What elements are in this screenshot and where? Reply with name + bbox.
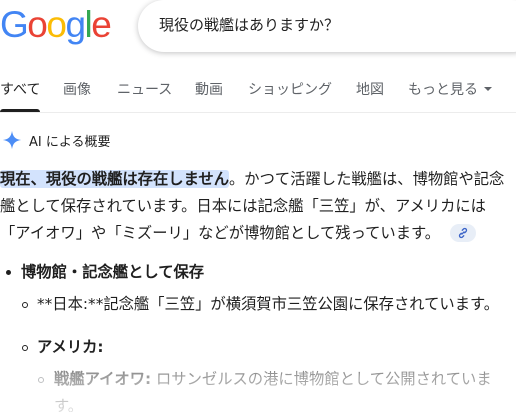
ai-overview-title: AI による概要 [29,134,111,150]
google-logo[interactable]: Google [0,3,112,47]
tab-shopping[interactable]: ショッピング [248,78,332,102]
search-tabs: すべて 画像 ニュース 動画 ショッピング 地図 もっと見る [0,78,516,112]
logo-letter: o [46,4,67,45]
answer-highlight: 現在、現役の戦艦は存在しません [0,170,229,188]
logo-letter: g [65,4,86,45]
bullet-circle [22,302,28,308]
ai-overview-answer: 現在、現役の戦艦は存在しません。かつて活躍した戦艦は、博物館や記念艦として保存さ… [0,166,514,247]
tab-videos[interactable]: 動画 [195,78,223,102]
tab-images[interactable]: 画像 [63,78,91,102]
source-link-button[interactable] [450,224,477,242]
list-item: **日本:**記念艦「三笠」が横須賀市三笠公園に保存されています。 [37,295,500,313]
search-results-page: Google 現役の戦艦はありますか？ すべて 画像 ニュース 動画 ショッピン… [0,0,516,412]
tab-maps[interactable]: 地図 [356,78,384,102]
bullet-dot [6,270,11,275]
bullet-circle [38,377,44,383]
tab-all[interactable]: すべて [0,78,40,102]
list-item-title: 博物館・記念艦として保存 [21,263,205,281]
tab-more-label: もっと見る [408,82,478,98]
bullet-circle [22,345,28,351]
divider [0,112,516,113]
sparkle-icon [2,130,22,150]
list-item-heading: アメリカ: [37,338,104,356]
logo-letter: e [91,4,112,45]
search-box[interactable]: 現役の戦艦はありますか？ [138,0,516,52]
list-item: 戦艦アイオワ: ロサンゼルスの港に博物館として公開されています。 [54,370,492,412]
ai-overview-header: AI による概要 [2,128,110,152]
tab-more[interactable]: もっと見る [408,78,492,102]
chevron-down-icon [484,87,492,91]
logo-letter: G [0,4,29,45]
tab-news[interactable]: ニュース [117,78,172,102]
logo-letter: o [27,4,48,45]
link-icon [458,227,468,239]
search-input[interactable]: 現役の戦艦はありますか？ [159,14,339,36]
